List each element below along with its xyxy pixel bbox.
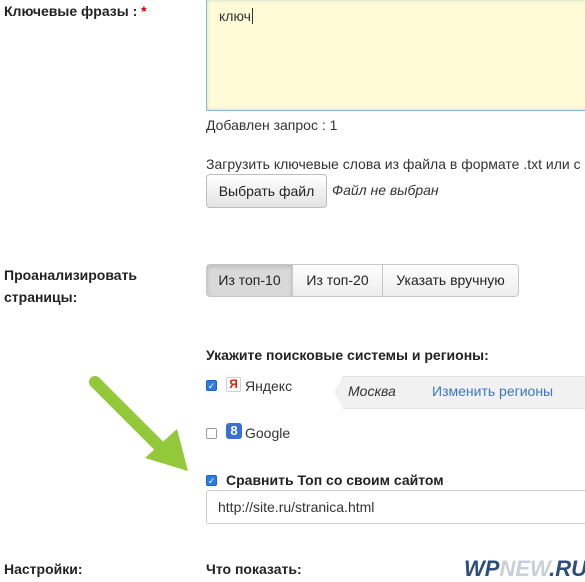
added-status: Добавлен запрос : 1: [206, 117, 338, 133]
yandex-icon: Я: [226, 377, 241, 392]
google-checkbox[interactable]: [206, 428, 217, 439]
yandex-checkbox[interactable]: ✓: [206, 380, 217, 391]
keywords-value: ключ: [219, 8, 251, 24]
option-top10-button[interactable]: Из топ-10: [206, 264, 293, 297]
required-mark: *: [141, 3, 147, 19]
file-status: Файл не выбран: [332, 182, 439, 198]
upload-hint: Загрузить ключевые слова из файла в форм…: [206, 156, 581, 172]
google-label: Google: [245, 425, 291, 441]
watermark-part3: .RU: [549, 556, 585, 581]
settings-label: Настройки:: [4, 561, 83, 577]
option-top20-button[interactable]: Из топ-20: [292, 264, 383, 297]
engines-heading: Укажите поисковые системы и регионы:: [206, 347, 489, 363]
change-regions-link[interactable]: Изменить регионы: [432, 383, 553, 399]
site-url-input[interactable]: http://site.ru/stranica.html: [206, 490, 585, 524]
analyze-label-line2: страницы:: [4, 289, 78, 305]
option-manual-button[interactable]: Указать вручную: [382, 264, 519, 297]
watermark-logo: WPNEW.RU: [464, 556, 585, 582]
watermark-part2: NEW: [499, 556, 550, 581]
choose-file-button[interactable]: Выбрать файл: [206, 174, 327, 208]
annotation-arrow-icon: [89, 376, 188, 471]
show-label: Что показать:: [206, 561, 302, 577]
region-name: Москва: [348, 383, 396, 399]
compare-label: Сравнить Топ со своим сайтом: [226, 472, 444, 488]
watermark-part1: WP: [464, 556, 500, 581]
compare-checkbox[interactable]: ✓: [206, 475, 217, 486]
analyze-label: Проанализировать страницы:: [4, 264, 137, 308]
keywords-label-text: Ключевые фразы :: [4, 3, 138, 19]
yandex-label: Яндекс: [245, 378, 293, 394]
analyze-label-line1: Проанализировать: [4, 267, 138, 283]
keywords-textarea[interactable]: ключ: [206, 0, 585, 111]
region-pointer: [334, 376, 343, 408]
google-icon: 8: [226, 423, 242, 439]
analyze-segmented-control: Из топ-10 Из топ-20 Указать вручную: [206, 264, 519, 297]
keywords-label: Ключевые фразы : *: [4, 0, 147, 22]
text-caret: [251, 8, 253, 24]
